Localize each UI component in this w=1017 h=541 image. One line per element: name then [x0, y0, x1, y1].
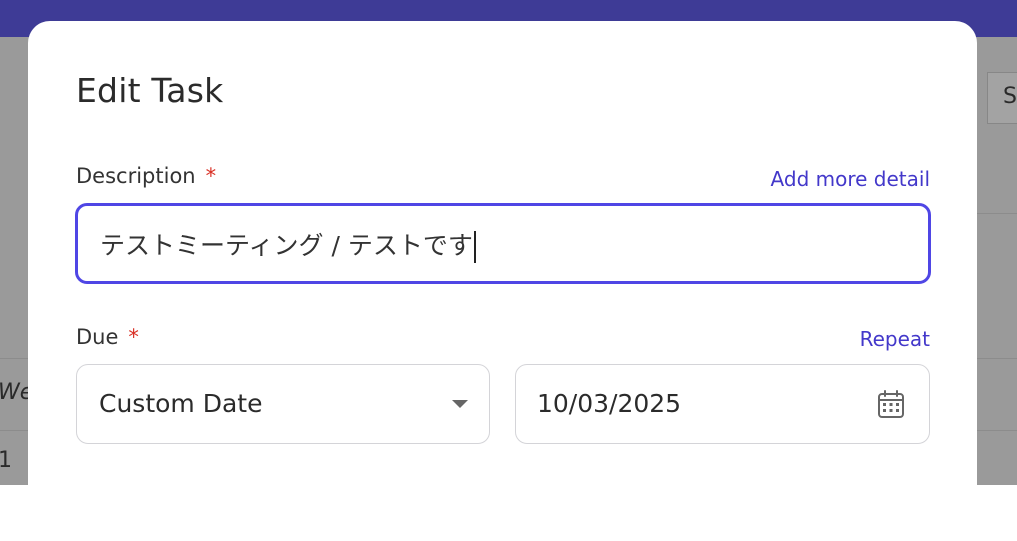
dialog-title: Edit Task	[76, 71, 224, 110]
background-cell-text: S	[1003, 84, 1017, 109]
due-type-select[interactable]: Custom Date	[76, 364, 490, 444]
due-type-value: Custom Date	[99, 389, 263, 418]
due-date-input[interactable]: 10/03/2025	[515, 364, 930, 444]
required-indicator: *	[205, 164, 217, 188]
background-column-number: 1	[0, 448, 12, 473]
due-date-value: 10/03/2025	[537, 389, 682, 418]
background-divider	[977, 430, 1017, 431]
add-more-detail-link[interactable]: Add more detail	[771, 167, 930, 191]
description-label: Description *	[76, 164, 216, 188]
due-label: Due *	[76, 325, 139, 349]
due-label-text: Due	[76, 325, 119, 349]
description-input[interactable]: テストミーティング / テストです	[75, 203, 931, 284]
background-divider	[977, 358, 1017, 359]
background-divider	[977, 213, 1017, 214]
description-input-value: テストミーティング / テストです	[100, 226, 476, 263]
repeat-link[interactable]: Repeat	[860, 327, 930, 351]
caret-down-icon	[452, 400, 468, 408]
description-label-text: Description	[76, 164, 196, 188]
text-cursor	[473, 231, 476, 263]
required-indicator: *	[128, 325, 139, 349]
description-value-text: テストミーティング / テストです	[100, 231, 473, 260]
background-divider	[0, 358, 28, 359]
calendar-icon[interactable]	[877, 389, 905, 419]
background-divider	[0, 430, 28, 431]
edit-task-dialog: Edit Task Description * Add more detail テ…	[28, 21, 977, 541]
